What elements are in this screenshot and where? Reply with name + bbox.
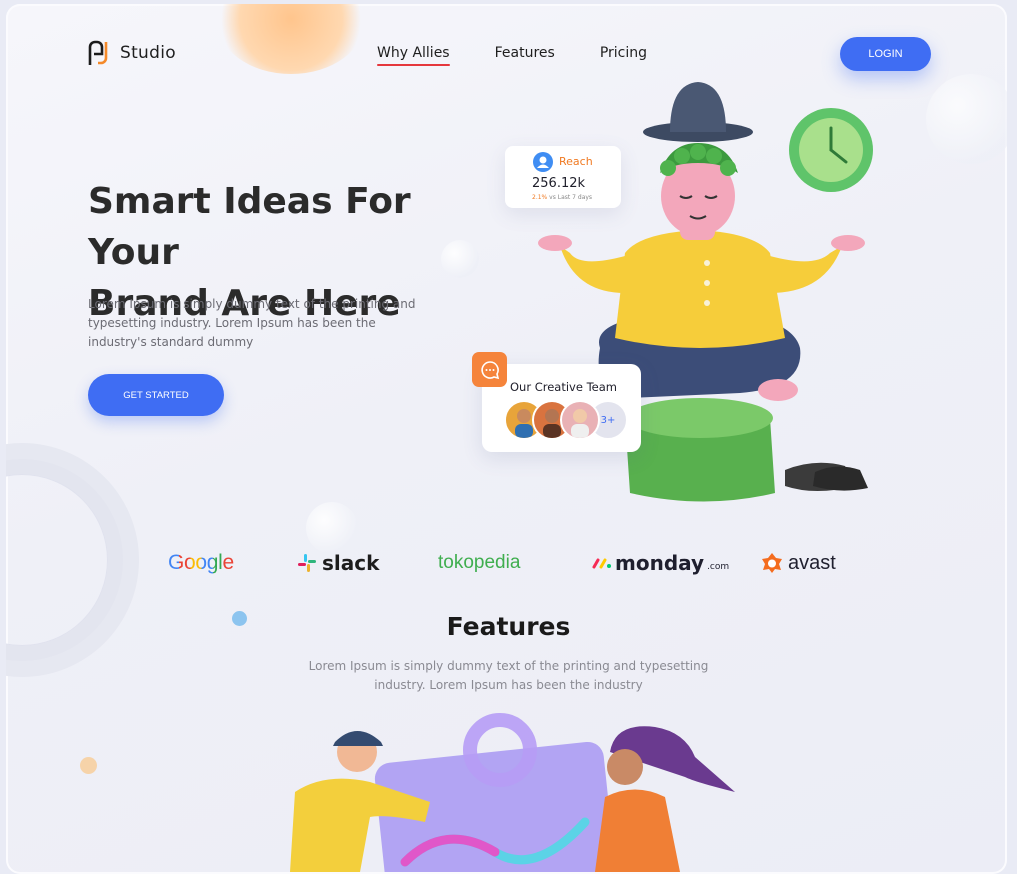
user-icon	[533, 152, 553, 172]
monday-logo-text: monday	[615, 551, 705, 575]
tokopedia-logo: tokopedia	[438, 546, 520, 580]
team-card-title: Our Creative Team	[510, 380, 617, 394]
login-button[interactable]: LOGIN	[840, 37, 931, 71]
nav-why-allies[interactable]: Why Allies	[377, 45, 450, 66]
reach-stat-card: Reach 256.12k 2.1% vs Last 7 days	[505, 146, 621, 208]
nav-features[interactable]: Features	[495, 45, 555, 61]
bubble-decoration	[926, 74, 1007, 164]
hero-description: Lorem Ipsum is simply dummy text of the …	[88, 297, 416, 349]
avast-icon	[762, 553, 782, 573]
reach-change: 2.1% vs Last 7 days	[532, 194, 592, 201]
monday-icon	[592, 558, 611, 569]
reach-label: Reach	[559, 155, 593, 168]
chat-bubble-icon	[472, 352, 507, 387]
reach-value: 256.12k	[532, 176, 586, 191]
nav-pricing[interactable]: Pricing	[600, 45, 647, 61]
slack-icon	[298, 554, 316, 572]
team-avatars: 3+	[504, 400, 628, 440]
features-illustration	[290, 713, 735, 872]
features-title: Features	[446, 612, 571, 641]
features-description: Lorem Ipsum is simply dummy text of the …	[308, 659, 709, 692]
monday-logo: monday .com	[592, 546, 729, 580]
tokopedia-logo-text: tokopedia	[438, 552, 521, 573]
avatar[interactable]	[560, 400, 600, 440]
google-logo: Google	[168, 546, 234, 580]
clock-icon	[789, 108, 873, 192]
get-started-button[interactable]: GET STARTED	[88, 374, 224, 416]
peach-dot-decoration	[80, 757, 97, 774]
logo[interactable]: Studio	[88, 40, 176, 66]
reach-change-period: vs Last 7 days	[549, 194, 593, 201]
google-logo-text: Google	[168, 551, 234, 574]
hero-title-line-1: Smart Ideas For Your	[88, 181, 411, 273]
monday-logo-suffix: .com	[707, 562, 730, 572]
reach-change-percent: 2.1%	[532, 194, 548, 201]
main-nav: Why Allies Features Pricing	[377, 45, 647, 66]
avast-logo-text: avast	[788, 551, 836, 574]
orange-glow-decoration	[216, 4, 366, 74]
logo-text: Studio	[120, 43, 176, 63]
slack-logo: slack	[297, 546, 379, 580]
slack-logo-text: slack	[322, 551, 380, 575]
logo-mark-icon	[88, 40, 108, 65]
partner-logos: Google slack tokopedia monday .com avast	[0, 546, 1017, 580]
avast-logo: avast	[760, 546, 836, 580]
